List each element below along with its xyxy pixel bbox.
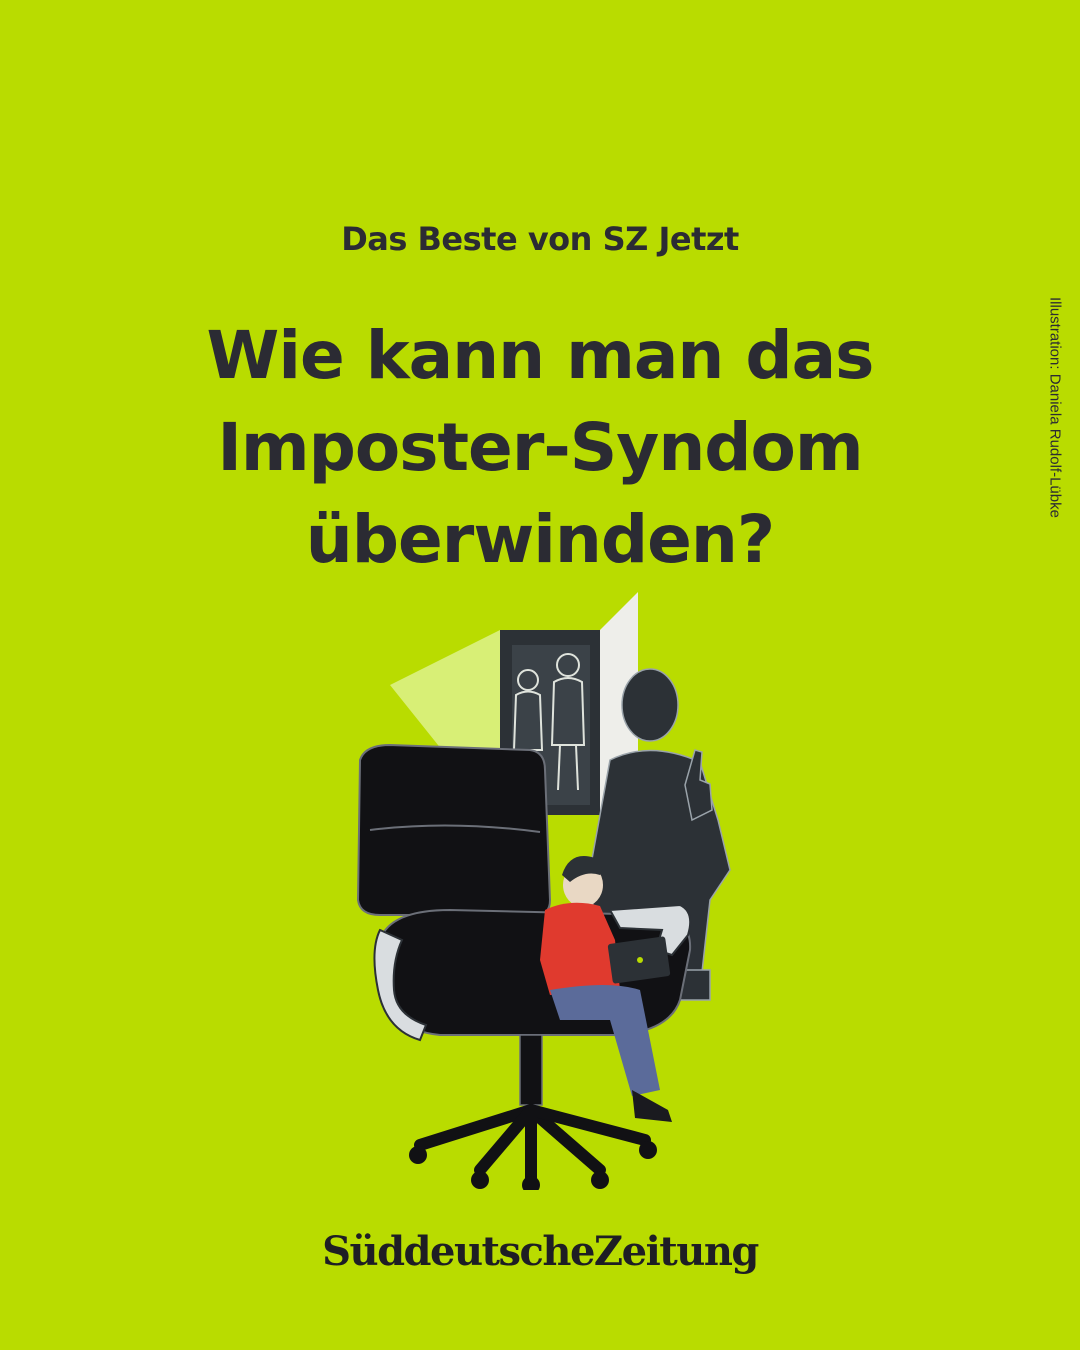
headline: Wie kann man das Imposter-Syndom überwin… — [140, 310, 940, 586]
headline-line-2: Imposter-Syndom — [217, 409, 863, 486]
chair-stem — [519, 1034, 543, 1106]
publisher-logo: SüddeutscheZeitung — [322, 1228, 759, 1275]
credit-text: Illustration: Daniela Rudolf-Lübke — [1046, 297, 1064, 518]
chair-base — [414, 1104, 651, 1186]
headline-line-1: Wie kann man das — [206, 317, 875, 394]
kicker: Das Beste von SZ Jetzt — [341, 220, 739, 258]
illustration-credit: Illustration: Daniela Rudolf-Lübke — [1040, 297, 1070, 577]
illustration-office-chair — [356, 592, 731, 1190]
